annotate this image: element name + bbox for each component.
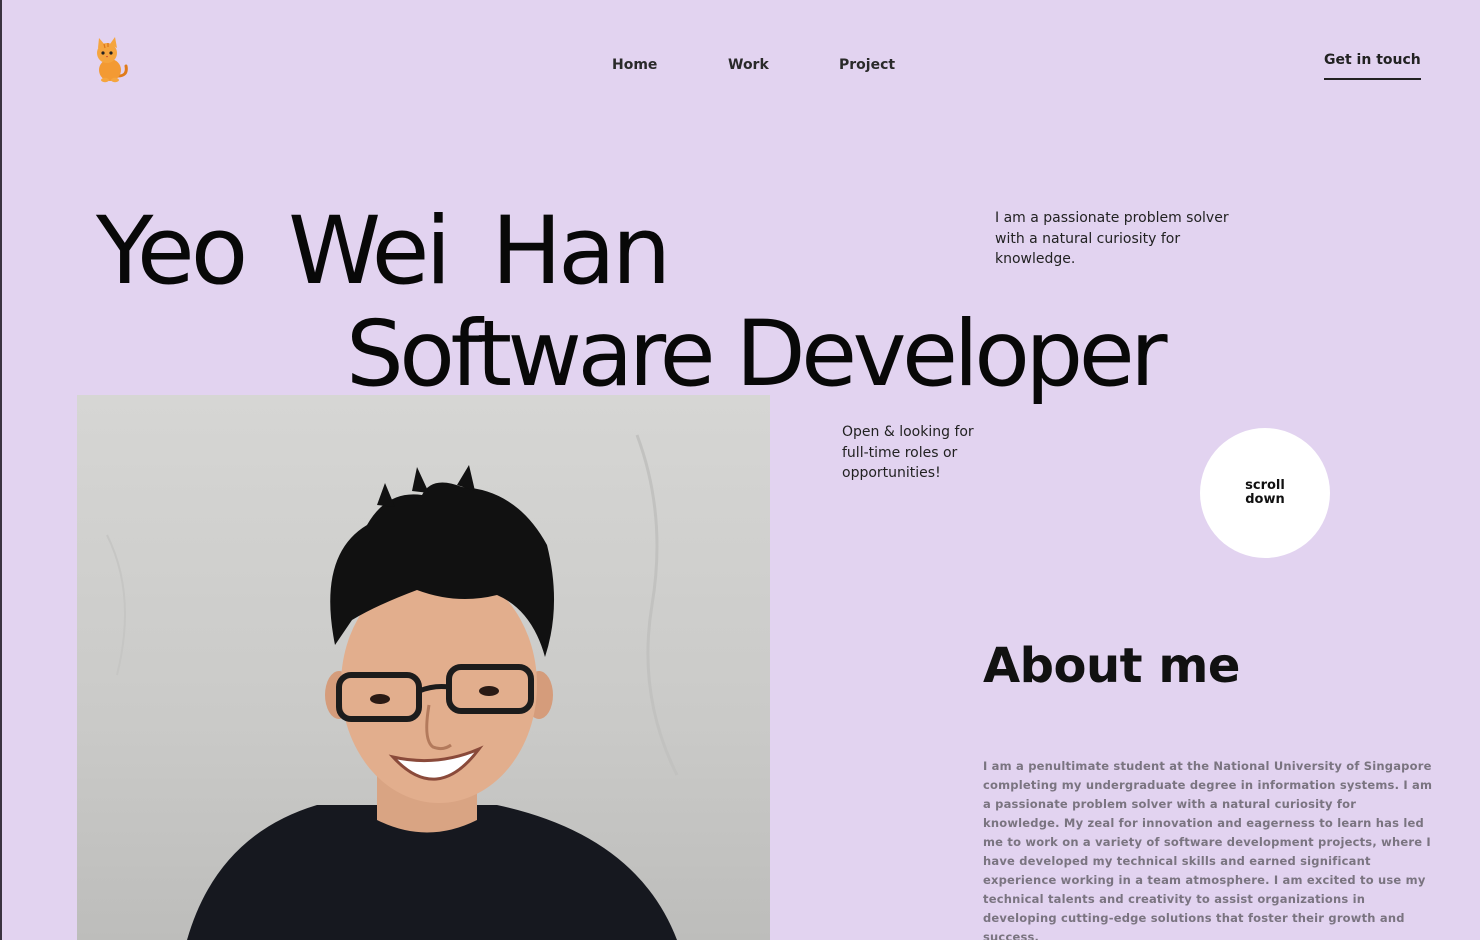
nav-work-link[interactable]: Work (728, 57, 769, 73)
scroll-down-label: scroll down (1245, 478, 1285, 507)
availability-text: Open & looking for full-time roles or op… (842, 424, 974, 481)
nav-project-link[interactable]: Project (839, 57, 895, 73)
get-in-touch-link[interactable]: Get in touch (1324, 52, 1421, 80)
scroll-down-button[interactable]: scroll down (1200, 428, 1330, 558)
nav-home-link[interactable]: Home (612, 57, 657, 73)
hero-name: Yeo Wei Han (96, 197, 671, 306)
page-edge-rule (0, 0, 2, 940)
about-title: About me (983, 638, 1240, 694)
main-nav: Home Work Project (0, 57, 1480, 77)
about-body-text: I am a penultimate student at the Nation… (983, 759, 1433, 940)
profile-photo (77, 395, 770, 940)
hero-intro-text: I am a passionate problem solver with a … (995, 210, 1229, 267)
hero-role: Software Developer (346, 302, 1168, 407)
